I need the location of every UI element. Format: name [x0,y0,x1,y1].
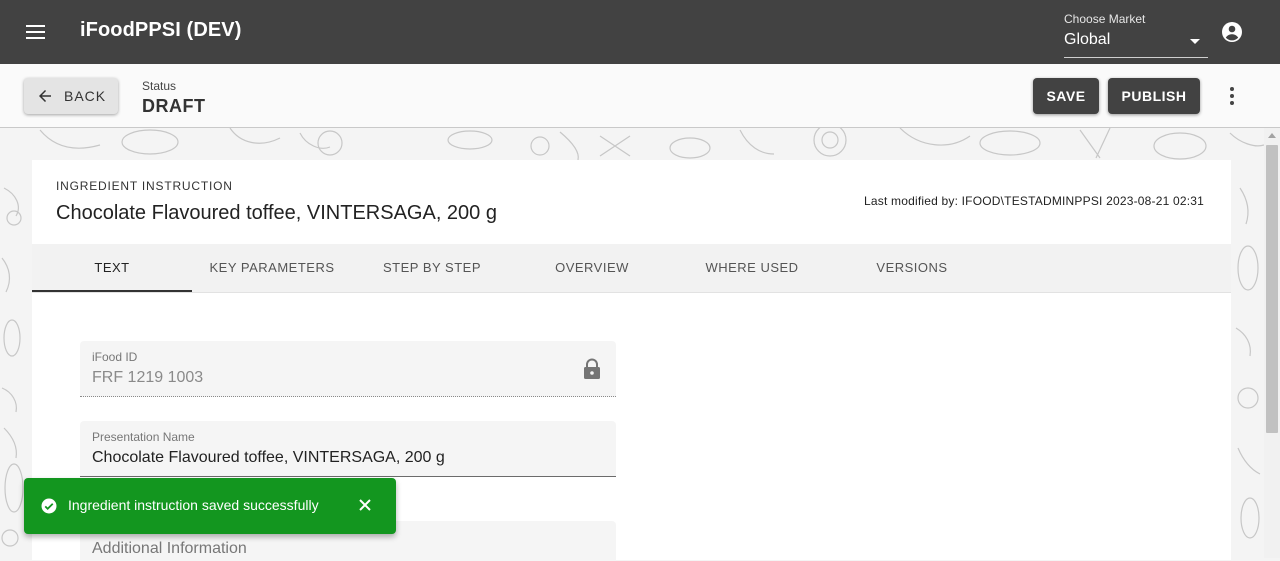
tab-versions[interactable]: VERSIONS [832,244,992,292]
tab-overview[interactable]: OVERVIEW [512,244,672,292]
app-title: iFoodPPSI (DEV) [80,19,242,41]
market-select-label: Choose Market [1064,12,1146,26]
account-circle-icon [1222,22,1242,42]
tab-key-parameters[interactable]: KEY PARAMETERS [192,244,352,292]
presentation-name-label: Presentation Name [92,430,195,444]
account-button[interactable] [1220,20,1244,44]
tab-where-used[interactable]: WHERE USED [672,244,832,292]
tab-bar: TEXT KEY PARAMETERS STEP BY STEP OVERVIE… [32,244,1231,293]
presentation-name-field[interactable]: Presentation Name Chocolate Flavoured to… [80,421,616,477]
check-circle-icon [41,498,57,514]
dropdown-arrow-icon [1190,39,1200,44]
status-label: Status [142,79,177,93]
more-vert-icon [1230,87,1234,105]
market-select[interactable]: Choose Market Global [1064,11,1208,58]
market-select-value: Global [1064,31,1111,48]
more-options-button[interactable] [1220,84,1244,108]
lock-icon [584,358,600,379]
ifood-id-label: iFood ID [92,350,138,364]
status-value: DRAFT [142,96,206,116]
additional-information-placeholder[interactable]: Additional Information [92,540,247,558]
card-overline: INGREDIENT INSTRUCTION [56,179,233,193]
back-button-label: BACK [64,88,107,104]
success-snackbar: Ingredient instruction saved successfull… [24,478,396,534]
arrow-back-icon [39,90,51,102]
publish-button[interactable]: PUBLISH [1108,78,1200,114]
scroll-up-arrow-icon[interactable] [1268,133,1276,138]
app-bar: iFoodPPSI (DEV) Choose Market Global [0,0,1280,64]
page-scrollbar[interactable] [1264,128,1280,558]
save-button[interactable]: SAVE [1033,78,1099,114]
ifood-id-field: iFood ID FRF 1219 1003 [80,341,616,397]
menu-icon [26,25,45,39]
menu-button[interactable] [20,20,52,44]
back-button[interactable]: BACK [24,78,118,114]
last-modified-text: Last modified by: IFOOD\TESTADMINPPSI 20… [864,194,1205,208]
ingredient-title: Chocolate Flavoured toffee, VINTERSAGA, … [56,202,497,224]
page-toolbar: BACK Status DRAFT SAVE PUBLISH [0,64,1280,128]
ifood-id-value: FRF 1219 1003 [92,369,204,386]
tab-text[interactable]: TEXT [32,244,192,292]
scrollbar-thumb[interactable] [1266,145,1278,433]
tab-step-by-step[interactable]: STEP BY STEP [352,244,512,292]
snackbar-message: Ingredient instruction saved successfull… [68,497,319,513]
close-icon[interactable] [357,497,373,513]
presentation-name-value[interactable]: Chocolate Flavoured toffee, VINTERSAGA, … [92,449,445,467]
